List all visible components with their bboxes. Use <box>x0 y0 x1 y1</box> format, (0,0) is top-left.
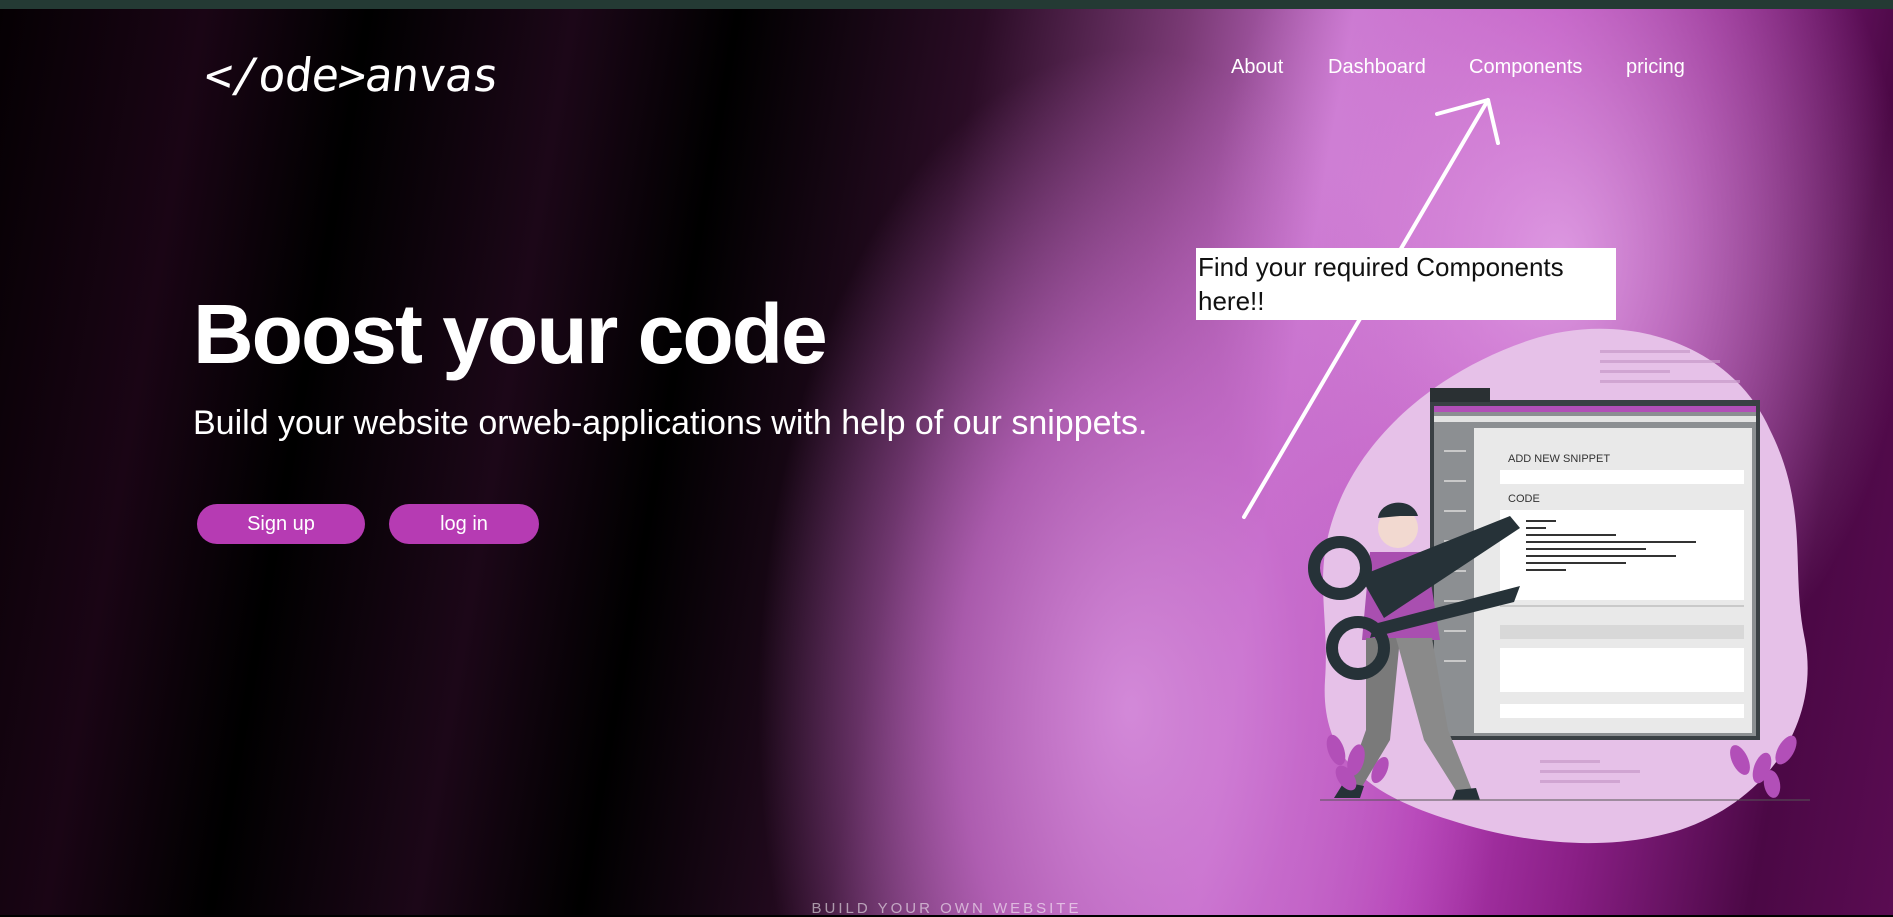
footer-section-label: BUILD YOUR OWN WEBSITE <box>811 900 1082 917</box>
illustration-form-title: ADD NEW SNIPPET <box>1508 453 1610 465</box>
annotation-callout: Find your required Components here!! <box>1196 248 1616 320</box>
illustration-code-label: CODE <box>1508 493 1540 505</box>
snippet-illustration: ADD NEW SNIPPET CODE <box>1308 328 1810 844</box>
